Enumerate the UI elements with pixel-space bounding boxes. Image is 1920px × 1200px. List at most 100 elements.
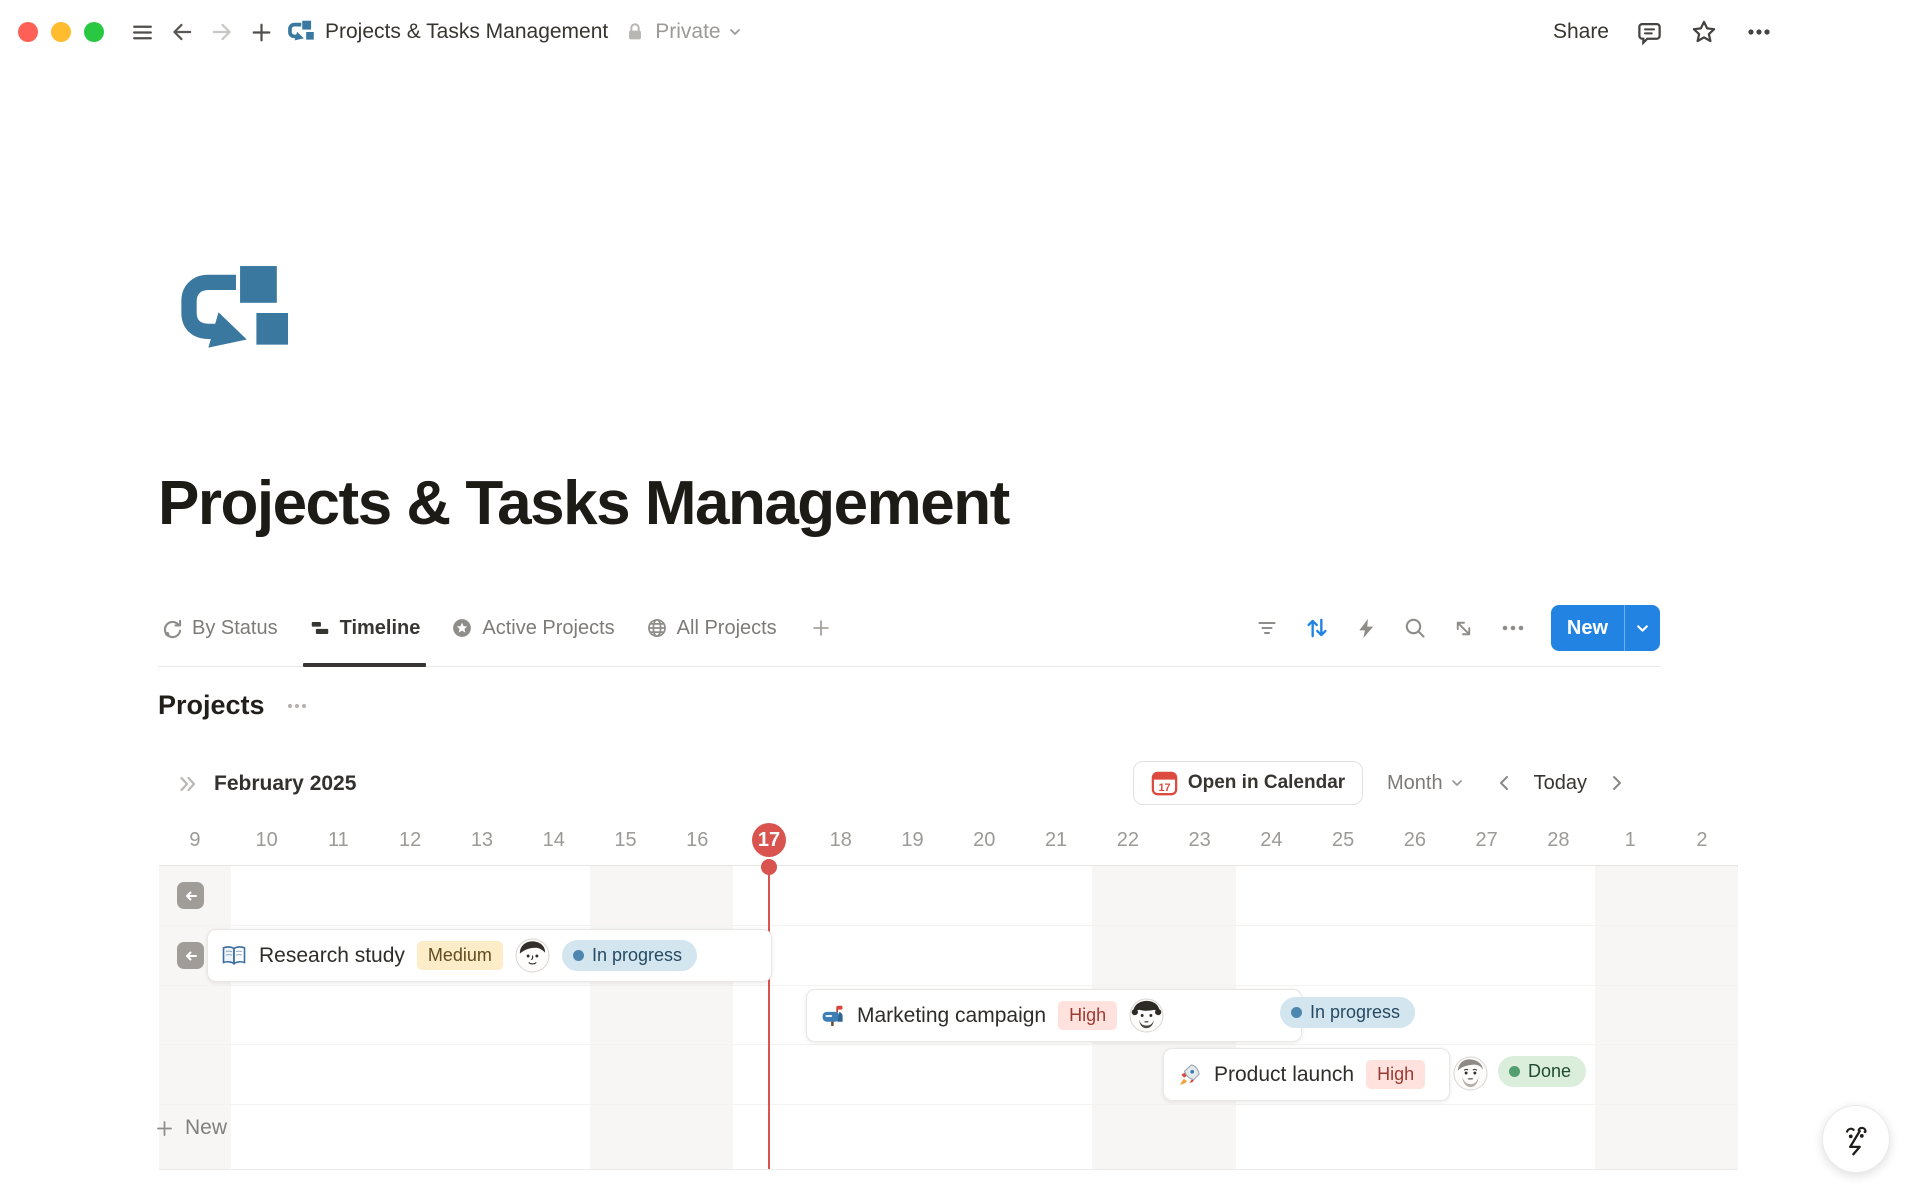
page-logo-icon xyxy=(288,20,315,44)
mailbox-icon xyxy=(820,1003,845,1028)
day-label: 15 xyxy=(590,820,662,860)
new-tab-icon[interactable] xyxy=(249,20,274,45)
day-label: 27 xyxy=(1451,820,1523,860)
timeline-card-marketing-campaign[interactable]: Marketing campaign High xyxy=(806,989,1302,1042)
page-title: Projects & Tasks Management xyxy=(158,468,1009,539)
tab-by-status[interactable]: By Status xyxy=(158,590,281,666)
row-divider xyxy=(159,925,1738,926)
day-label: 21 xyxy=(1020,820,1092,860)
forward-icon[interactable] xyxy=(209,19,235,45)
timeline-card-product-launch[interactable]: Product launch High xyxy=(1163,1048,1450,1101)
open-in-calendar-button[interactable]: 17 Open in Calendar xyxy=(1133,761,1363,805)
status-dot xyxy=(573,950,584,961)
today-marker-dot xyxy=(761,859,777,875)
favorite-star-icon[interactable] xyxy=(1690,18,1718,46)
tab-active-projects[interactable]: Active Projects xyxy=(448,590,617,666)
tab-label: All Projects xyxy=(677,617,777,640)
day-label: 16 xyxy=(661,820,733,860)
timeline-date-row: 9 10 11 12 13 14 15 16 17 18 19 20 21 22… xyxy=(159,820,1738,860)
more-icon[interactable] xyxy=(1500,615,1526,641)
card-title: Product launch xyxy=(1214,1063,1354,1087)
timeline-bars-icon xyxy=(309,617,331,639)
priority-badge: High xyxy=(1366,1060,1425,1089)
prev-month-chevron-icon[interactable] xyxy=(1496,774,1512,792)
collection-more-icon[interactable] xyxy=(285,694,309,718)
assignee-avatar xyxy=(1453,1056,1488,1091)
timeline-month-title: February 2025 xyxy=(214,772,356,796)
day-label: 10 xyxy=(231,820,303,860)
status-dot xyxy=(1509,1066,1520,1077)
minimize-window-button[interactable] xyxy=(51,22,71,42)
today-button[interactable]: Today xyxy=(1534,772,1587,795)
assignee-avatar xyxy=(515,938,550,973)
new-button-chevron[interactable] xyxy=(1625,605,1660,651)
tab-label: Timeline xyxy=(340,617,421,640)
day-label: 26 xyxy=(1379,820,1451,860)
weekend-band xyxy=(590,866,734,1169)
status-cycle-icon xyxy=(161,617,183,639)
day-label: 24 xyxy=(1235,820,1307,860)
timescale-selector[interactable]: Month xyxy=(1387,772,1464,795)
titlebar: Projects & Tasks Management Private Shar… xyxy=(0,0,1920,64)
sort-icon[interactable] xyxy=(1304,615,1330,641)
timeline-grid: Research study Medium In progress xyxy=(159,865,1738,1170)
chevron-down-icon xyxy=(1450,776,1464,790)
page-logo-icon-large[interactable] xyxy=(178,264,296,362)
open-book-icon xyxy=(221,944,247,968)
day-label: 19 xyxy=(877,820,949,860)
new-row-button[interactable]: New xyxy=(154,1116,227,1140)
chevron-down-icon[interactable] xyxy=(728,25,742,39)
assignee-avatar xyxy=(1129,998,1164,1033)
tab-all-projects[interactable]: All Projects xyxy=(643,590,780,666)
next-month-chevron-icon[interactable] xyxy=(1609,774,1625,792)
new-button-group: New xyxy=(1551,605,1660,651)
new-button[interactable]: New xyxy=(1551,605,1624,651)
tab-label: By Status xyxy=(192,617,278,640)
double-chevron-icon[interactable] xyxy=(176,772,200,796)
close-window-button[interactable] xyxy=(18,22,38,42)
ai-assistant-button[interactable] xyxy=(1822,1105,1890,1173)
expand-icon[interactable] xyxy=(1452,617,1475,640)
calendar-17-icon: 17 xyxy=(1151,770,1178,797)
zoom-window-button[interactable] xyxy=(84,22,104,42)
today-marker-line xyxy=(768,866,770,1169)
comment-icon[interactable] xyxy=(1636,19,1663,46)
tab-timeline[interactable]: Timeline xyxy=(306,590,424,666)
weekend-band xyxy=(1595,866,1739,1169)
lock-icon xyxy=(624,21,646,43)
card-title: Research study xyxy=(259,944,405,968)
privacy-label[interactable]: Private xyxy=(655,20,720,44)
share-button[interactable]: Share xyxy=(1553,20,1609,44)
row-divider xyxy=(159,985,1738,986)
filter-icon[interactable] xyxy=(1255,616,1279,640)
day-label: 28 xyxy=(1523,820,1595,860)
day-label: 9 xyxy=(159,820,231,860)
priority-badge: High xyxy=(1058,1001,1117,1030)
search-icon[interactable] xyxy=(1403,616,1427,640)
priority-badge: Medium xyxy=(417,941,503,970)
status-dot xyxy=(1291,1007,1302,1018)
day-label: 13 xyxy=(446,820,518,860)
add-view-button[interactable] xyxy=(807,590,835,666)
view-toolbar: New xyxy=(1255,590,1660,666)
scroll-to-bar-left-button[interactable] xyxy=(177,942,204,969)
timeline-card-research-study[interactable]: Research study Medium In progress xyxy=(207,929,772,982)
notion-window: Projects & Tasks Management Private Shar… xyxy=(0,0,1920,1200)
row-divider xyxy=(159,1104,1738,1105)
svg-text:17: 17 xyxy=(1158,781,1170,793)
card-title: Marketing campaign xyxy=(857,1004,1046,1028)
more-icon[interactable] xyxy=(1745,18,1773,46)
ai-face-icon xyxy=(1837,1119,1875,1159)
globe-icon xyxy=(646,617,668,639)
day-label: 20 xyxy=(948,820,1020,860)
day-label: 11 xyxy=(303,820,375,860)
status-badge: In progress xyxy=(1280,997,1415,1028)
rocket-icon xyxy=(1177,1062,1202,1087)
day-label: 12 xyxy=(374,820,446,860)
back-icon[interactable] xyxy=(169,19,195,45)
scroll-to-bar-left-button[interactable] xyxy=(177,882,204,909)
hamburger-icon[interactable] xyxy=(130,20,155,45)
lightning-icon[interactable] xyxy=(1355,617,1378,640)
status-badge: Done xyxy=(1498,1056,1586,1087)
tab-label: Active Projects xyxy=(482,617,614,640)
